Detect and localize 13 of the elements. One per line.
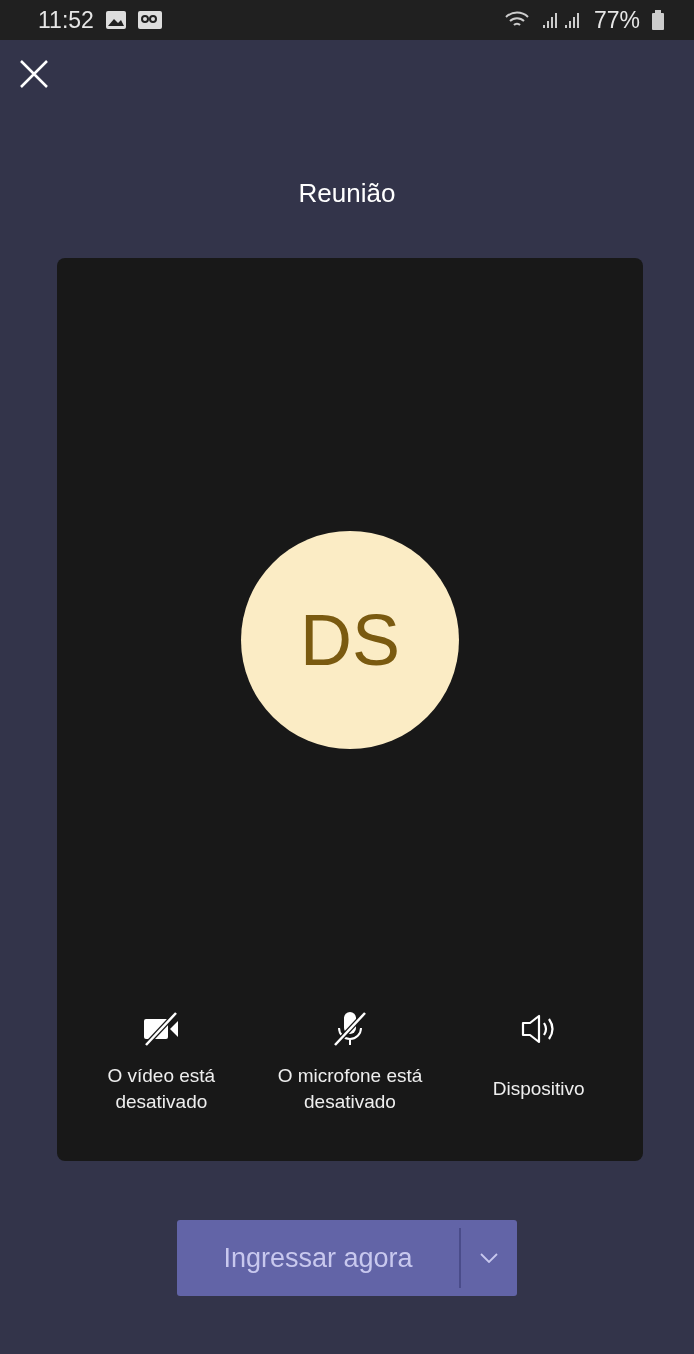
voicemail-icon bbox=[137, 11, 162, 29]
meeting-title: Reunião bbox=[297, 178, 397, 210]
chevron-down-icon bbox=[480, 1253, 498, 1263]
avatar-initials: DS bbox=[241, 531, 459, 749]
image-icon bbox=[105, 11, 126, 29]
speaker-toggle[interactable]: Dispositivo bbox=[448, 1009, 629, 1115]
battery-percent: 77% bbox=[593, 6, 640, 34]
status-time: 11:52 bbox=[38, 6, 94, 34]
signal-icon bbox=[541, 10, 582, 30]
camera-toggle[interactable]: O vídeo está desativado bbox=[71, 1009, 252, 1115]
battery-icon bbox=[652, 10, 664, 30]
microphone-toggle[interactable]: O microfone está desativado bbox=[260, 1009, 440, 1115]
close-button[interactable] bbox=[18, 58, 50, 90]
